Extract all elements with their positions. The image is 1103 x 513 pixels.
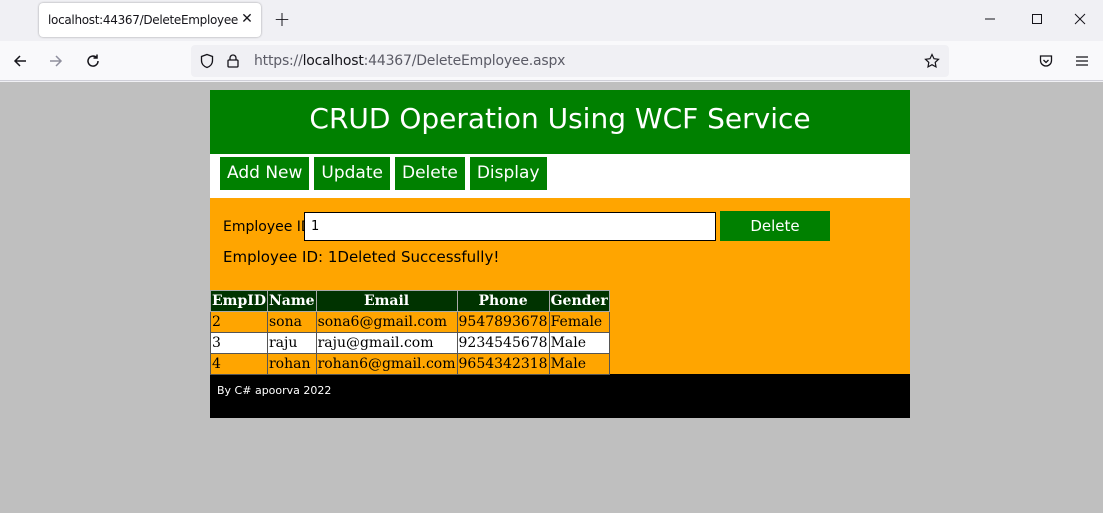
tab-title: localhost:44367/DeleteEmployee.aspx — [48, 13, 238, 27]
table-cell: 9654342318 — [456, 353, 550, 375]
menu-bar: Add New Update Delete Display — [210, 154, 910, 198]
pocket-icon[interactable] — [1034, 49, 1058, 73]
table-cell: sona — [266, 311, 317, 333]
table-cell: raju — [266, 332, 317, 354]
employee-table: EmpID Name Email Phone Gender 2 sona son… — [210, 290, 610, 375]
reload-icon[interactable] — [81, 49, 105, 73]
content-panel: Employee ID Delete Employee ID: 1Deleted… — [210, 198, 910, 375]
employee-id-label: Employee ID — [223, 219, 312, 235]
table-cell: rohan6@gmail.com — [315, 353, 458, 375]
display-button[interactable]: Display — [469, 157, 547, 190]
table-row: 4 rohan rohan6@gmail.com 9654342318 Male — [210, 353, 610, 375]
table-row: 2 sona sona6@gmail.com 9547893678 Female — [210, 311, 610, 333]
table-cell: Male — [548, 332, 610, 354]
employee-id-input[interactable] — [304, 212, 716, 241]
table-cell: 4 — [210, 353, 268, 375]
nav-bar: https://localhost:44367/DeleteEmployee.a… — [0, 41, 1103, 81]
table-cell: 9234545678 — [456, 332, 550, 354]
close-window-icon[interactable] — [1057, 0, 1103, 38]
table-header-row: EmpID Name Email Phone Gender — [210, 290, 610, 312]
table-cell: 2 — [210, 311, 268, 333]
tab-close-icon[interactable]: ✕ — [239, 11, 255, 27]
column-header: EmpID — [210, 290, 268, 312]
url-host: localhost — [302, 53, 364, 69]
column-header: Gender — [548, 290, 610, 312]
table-cell: sona6@gmail.com — [315, 311, 458, 333]
back-arrow-icon[interactable] — [8, 49, 32, 73]
lock-icon[interactable] — [225, 53, 241, 73]
table-cell: rohan — [266, 353, 317, 375]
new-tab-plus-icon[interactable]: + — [272, 9, 292, 29]
table-cell: raju@gmail.com — [315, 332, 458, 354]
page-container: CRUD Operation Using WCF Service Add New… — [210, 90, 910, 418]
star-icon[interactable] — [924, 53, 940, 73]
page-footer: By C# apoorva 2022 — [210, 374, 910, 418]
maximize-icon[interactable] — [1014, 0, 1060, 38]
table-cell: Male — [548, 353, 610, 375]
table-row: 3 raju raju@gmail.com 9234545678 Male — [210, 332, 610, 354]
table-cell: 9547893678 — [456, 311, 550, 333]
table-cell: Female — [548, 311, 610, 333]
url-text[interactable]: https://localhost:44367/DeleteEmployee.a… — [254, 53, 565, 69]
forward-arrow-icon[interactable] — [44, 49, 68, 73]
column-header: Phone — [456, 290, 550, 312]
browser-tab[interactable]: localhost:44367/DeleteEmployee.aspx ✕ — [39, 3, 261, 37]
minimize-icon[interactable] — [967, 0, 1013, 38]
column-header: Name — [266, 290, 317, 312]
shield-icon[interactable] — [199, 53, 215, 73]
status-message: Employee ID: 1Deleted Successfully! — [223, 248, 500, 266]
url-prefix: https:// — [254, 53, 303, 69]
page-title: CRUD Operation Using WCF Service — [210, 90, 910, 154]
page-viewport: CRUD Operation Using WCF Service Add New… — [0, 82, 1103, 513]
column-header: Email — [315, 290, 458, 312]
menu-icon[interactable] — [1070, 49, 1094, 73]
delete-menu-button[interactable]: Delete — [394, 157, 465, 190]
add-new-button[interactable]: Add New — [220, 157, 310, 190]
table-cell: 3 — [210, 332, 268, 354]
update-button[interactable]: Update — [314, 157, 390, 190]
url-path: :44367/DeleteEmployee.aspx — [363, 53, 566, 69]
tab-bar: localhost:44367/DeleteEmployee.aspx ✕ + — [0, 0, 1103, 41]
url-bar[interactable]: https://localhost:44367/DeleteEmployee.a… — [191, 45, 949, 77]
delete-button[interactable]: Delete — [720, 211, 830, 241]
